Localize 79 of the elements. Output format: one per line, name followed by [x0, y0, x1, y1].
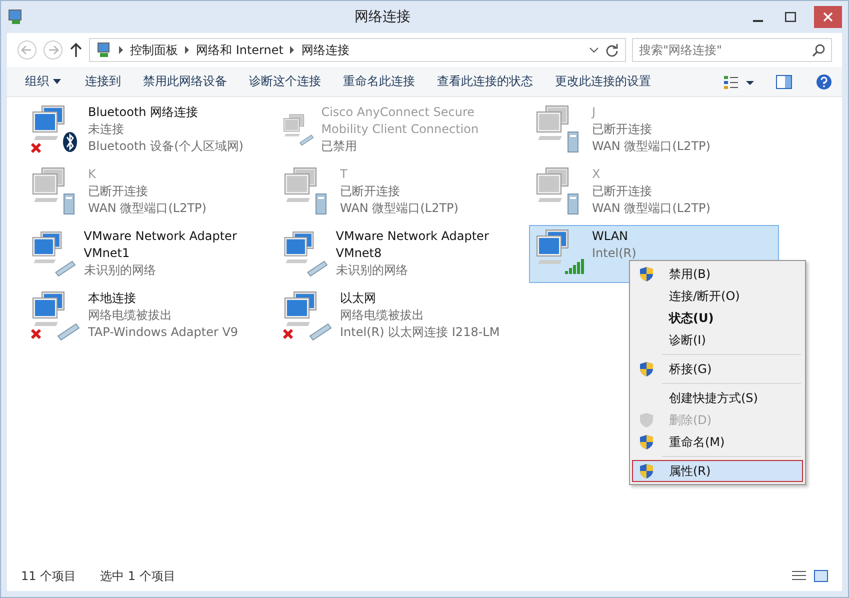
connection-name: WLAN [592, 228, 630, 245]
chevron-right-icon [184, 46, 190, 54]
command-button[interactable]: 诊断这个连接 [241, 73, 329, 90]
chevron-right-icon [118, 46, 124, 54]
command-button[interactable]: 组织 [17, 73, 69, 90]
connection-device: WAN 微型端口(L2TP) [592, 200, 710, 217]
connection-status: 已断开连接 [340, 183, 401, 200]
command-button[interactable]: 查看此连接的状态 [429, 73, 541, 90]
breadcrumb[interactable]: 网络和 Internet [196, 42, 284, 58]
preview-pane-icon[interactable] [776, 74, 792, 88]
connection-status: 网络电缆被拔出 [88, 307, 173, 324]
network-folder-icon [96, 42, 112, 58]
maximize-icon [784, 12, 796, 22]
view-options-icon[interactable] [724, 74, 754, 88]
connection-name: VMware Network Adapter VMnet1 [84, 228, 238, 262]
connection-status: 已禁用 [321, 138, 358, 155]
connection-status: 未识别的网络 [84, 262, 157, 279]
connection-name: 以太网 [340, 290, 377, 307]
connection-status: 已断开连接 [592, 121, 653, 138]
search-field[interactable]: 搜索"网络连接" [632, 38, 832, 62]
connection-device: WAN 微型端口(L2TP) [88, 200, 206, 217]
tiles-view-icon[interactable] [814, 570, 828, 582]
connection-status: 网络电缆被拔出 [340, 307, 425, 324]
connection-name: VMware Network Adapter VMnet8 [336, 228, 490, 262]
connection-device: Bluetooth 设备(个人区域网) [88, 138, 244, 155]
connection-status: 未识别的网络 [336, 262, 409, 279]
connection-item[interactable]: VMware Network Adapter VMnet8 未识别的网络 [277, 225, 527, 283]
command-button[interactable]: 连接到 [77, 73, 129, 90]
close-icon [823, 12, 833, 22]
refresh-icon[interactable] [605, 43, 619, 57]
connection-item[interactable]: 本地连接 网络电缆被拔出 TAP-Windows Adapter V9 [25, 287, 275, 345]
connection-name: K [88, 166, 97, 183]
command-button[interactable]: 重命名此连接 [335, 73, 423, 90]
shield-icon [639, 266, 654, 282]
menu-item[interactable]: 状态(U) [632, 307, 803, 329]
connection-name: Cisco AnyConnect Secure Mobility Client Connection [321, 104, 480, 138]
minimize-icon [753, 20, 763, 22]
selection-count: 选中 1 个项目 [100, 568, 176, 584]
menu-item[interactable]: 重命名(M) [632, 431, 803, 453]
search-icon [812, 44, 825, 57]
item-count: 11 个项目 [21, 568, 76, 584]
shield-icon [639, 463, 654, 479]
details-view-icon[interactable] [792, 570, 806, 582]
connection-name: J [592, 104, 597, 121]
connection-status: 未连接 [88, 121, 125, 138]
connection-device: WAN 微型端口(L2TP) [592, 138, 710, 155]
chevron-right-icon [289, 46, 296, 54]
connection-device: Intel(R) [592, 245, 636, 262]
menu-item[interactable]: 创建快捷方式(S) [632, 387, 803, 409]
caret-icon [53, 79, 61, 84]
command-button[interactable]: 更改此连接的设置 [547, 73, 659, 90]
chevron-down-icon[interactable] [589, 47, 599, 53]
help-icon[interactable] [816, 74, 832, 90]
connection-status: 已断开连接 [592, 183, 653, 200]
breadcrumb[interactable]: 网络连接 [301, 42, 350, 58]
menu-item[interactable]: 诊断(I) [632, 329, 803, 351]
shield-icon [639, 361, 654, 377]
up-button[interactable] [69, 42, 83, 58]
connection-device: TAP-Windows Adapter V9 [88, 324, 238, 341]
window-title: 网络连接 [354, 8, 412, 26]
menu-item[interactable]: 桥接(G) [632, 358, 803, 380]
command-button[interactable]: 禁用此网络设备 [135, 73, 235, 90]
close-button[interactable] [814, 6, 842, 28]
menu-item[interactable]: 连接/断开(O) [632, 285, 803, 307]
breadcrumb[interactable]: 控制面板 [130, 42, 178, 58]
connection-item[interactable]: 以太网 网络电缆被拔出 Intel(R) 以太网连接 I218-LM [277, 287, 527, 345]
connection-name: T [340, 166, 348, 183]
connection-name: 本地连接 [88, 290, 137, 307]
menu-item[interactable]: 属性(R) [632, 460, 803, 482]
connection-name: X [592, 166, 602, 183]
connection-item[interactable]: VMware Network Adapter VMnet1 未识别的网络 [25, 225, 275, 283]
shield-icon [639, 434, 654, 450]
address-bar[interactable]: 控制面板 网络和 Internet 网络连接 [89, 38, 626, 62]
connection-item[interactable]: Bluetooth 网络连接 未连接 Bluetooth 设备(个人区域网) [25, 101, 275, 159]
connection-name: Bluetooth 网络连接 [88, 104, 200, 121]
connection-device: Intel(R) 以太网连接 I218-LM [340, 324, 500, 341]
connection-status: 已断开连接 [88, 183, 149, 200]
connection-device: WAN 微型端口(L2TP) [340, 200, 458, 217]
shield-icon [639, 412, 654, 428]
